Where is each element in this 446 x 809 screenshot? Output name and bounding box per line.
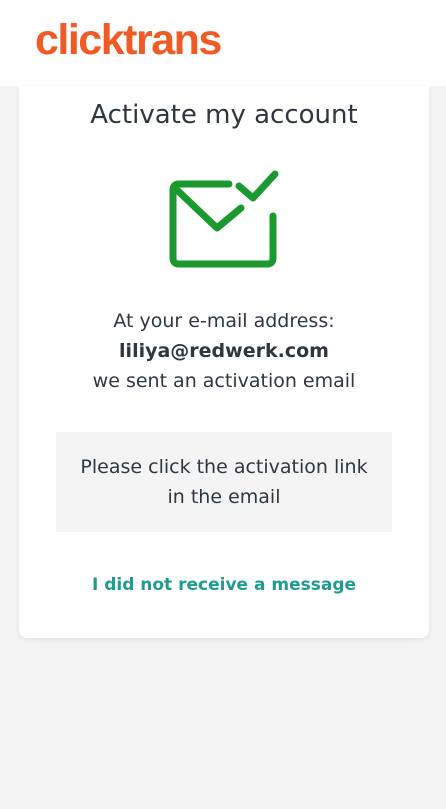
intro-text: At your e-mail address: — [113, 310, 335, 332]
sent-text: we sent an activation email — [92, 370, 356, 392]
activation-notice: Please click the activation link in the … — [56, 432, 392, 532]
app-header: clicktrans — [0, 0, 446, 86]
activation-card: Activate my account At your e-mail addre… — [19, 86, 429, 638]
envelope-check-icon — [169, 170, 279, 268]
not-received-link[interactable]: I did not receive a message — [19, 572, 429, 598]
page-title: Activate my account — [90, 100, 358, 130]
clicktrans-logo[interactable]: clicktrans — [35, 14, 222, 66]
email-address: liliya@redwerk.com — [119, 340, 329, 362]
activation-info: At your e-mail address: liliya@redwerk.c… — [19, 306, 429, 396]
notice-text: Please click the activation link in the … — [80, 456, 368, 508]
